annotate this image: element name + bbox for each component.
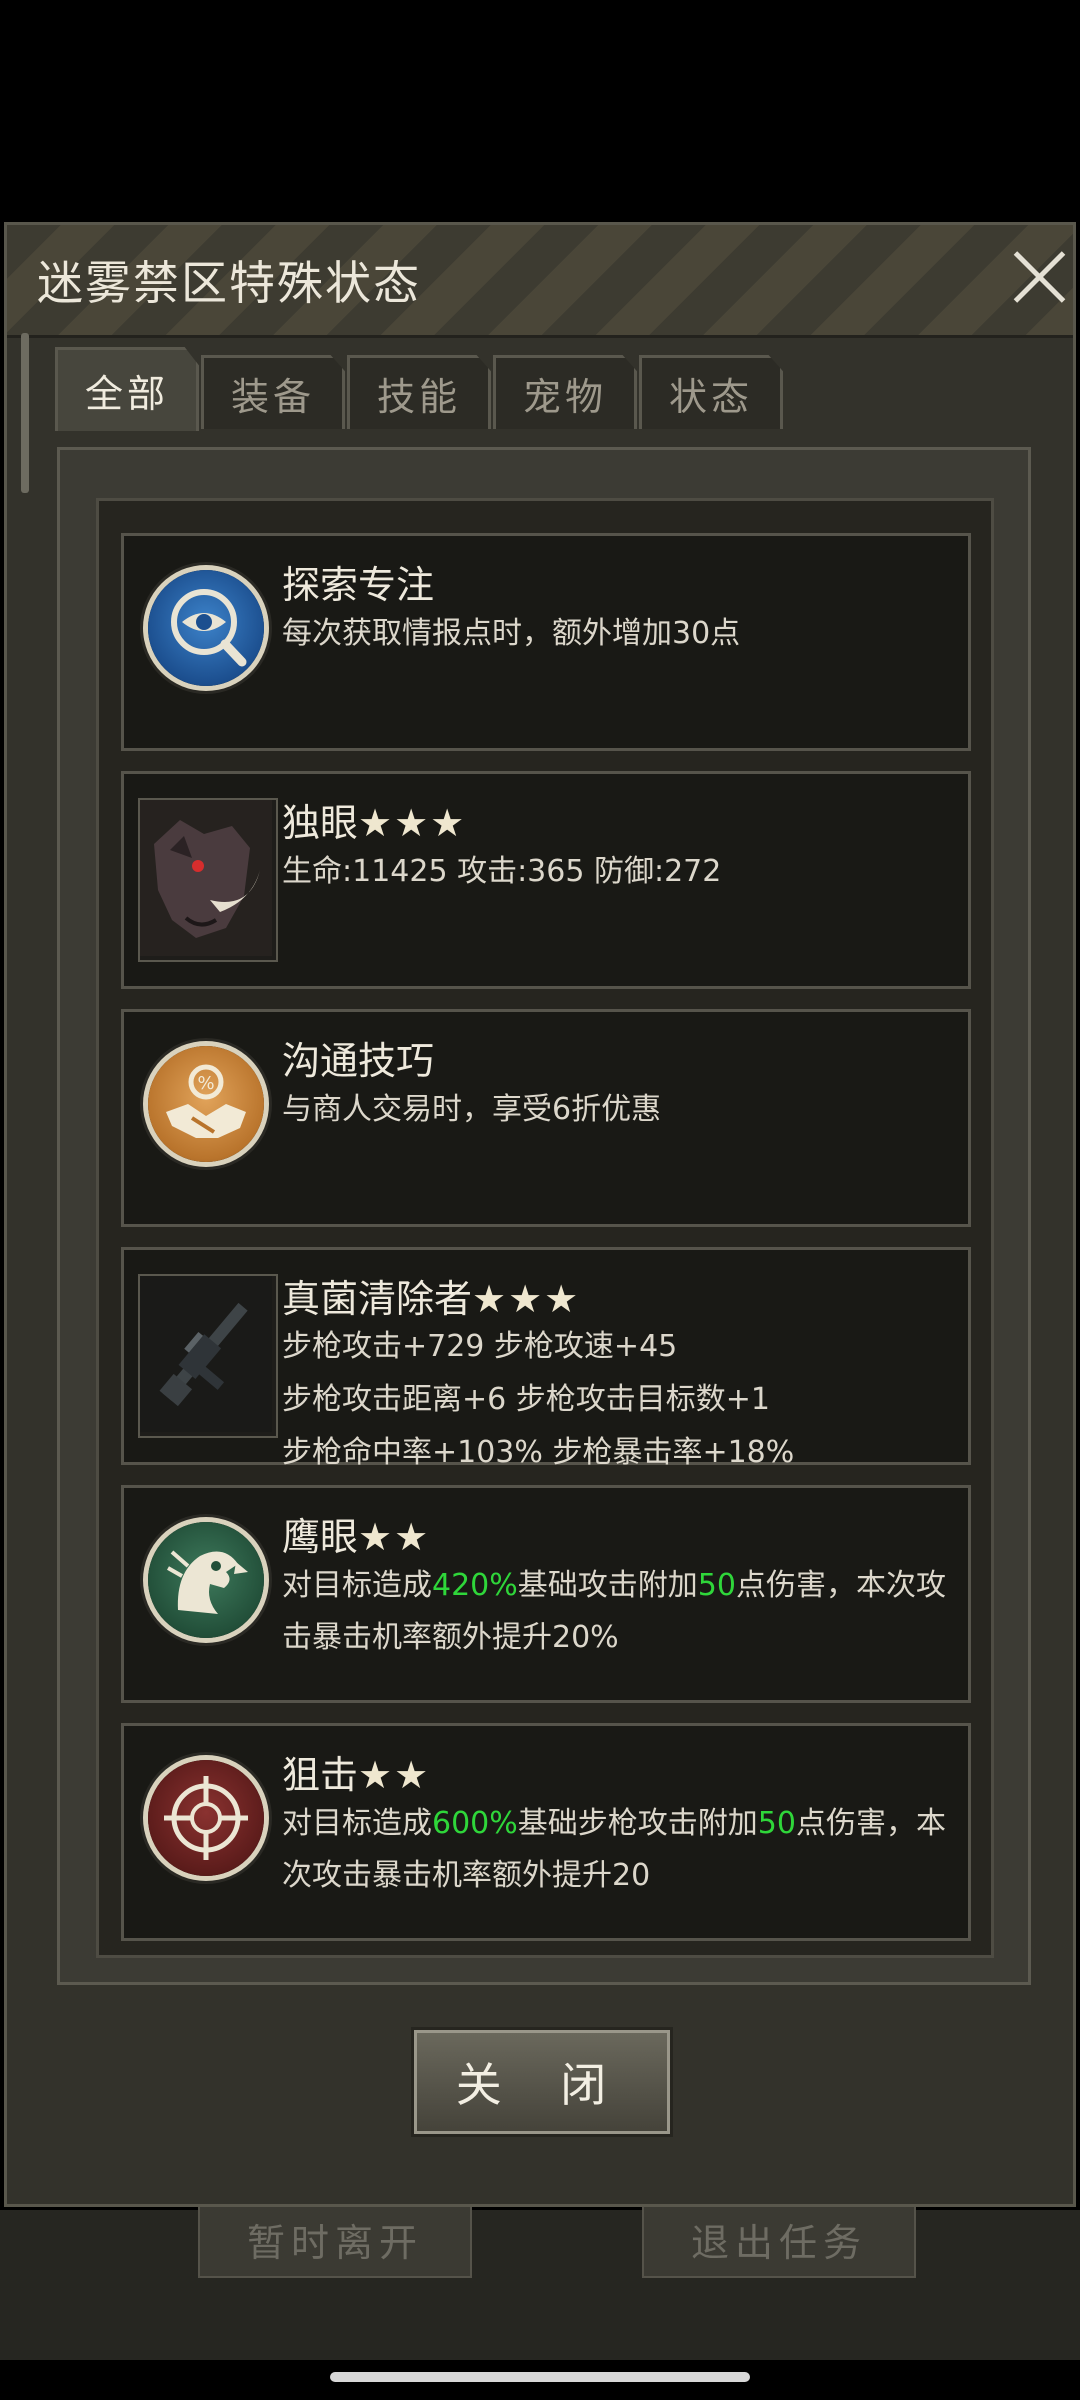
item-title: 狙击 — [282, 1753, 359, 1797]
item-desc: 对目标造成600%基础步枪攻击附加50点伤害，本次攻击暴击机率额外提升20 — [282, 1806, 946, 1893]
special-status-dialog: 迷雾禁区特殊状态 全部 装备 技能 宠物 状态 探索专注 每次获取情报点时，额外… — [4, 222, 1076, 2207]
background-bar — [0, 2210, 1080, 2360]
item-desc: 每次获取情报点时，额外增加30点 — [282, 616, 741, 651]
dialog-title: 迷雾禁区特殊状态 — [37, 256, 421, 310]
close-button[interactable]: 关 闭 — [414, 2030, 670, 2134]
item-desc: 生命:11425 攻击:365 防御:272 — [282, 854, 722, 889]
star-rating: ★★★ — [358, 801, 467, 845]
svg-text:%: % — [197, 1073, 214, 1094]
leave-temporarily-button: 暂时离开 — [198, 2200, 472, 2278]
boar-portrait — [138, 798, 278, 962]
close-icon[interactable] — [1009, 247, 1069, 307]
item-title: 探索专注 — [282, 563, 435, 607]
status-card-one-eye: 独眼★★★ 生命:11425 攻击:365 防御:272 — [121, 771, 971, 989]
tab-pets[interactable]: 宠物 — [493, 355, 637, 429]
gesture-navigation-bar[interactable] — [330, 2372, 750, 2382]
status-card-communication: % 沟通技巧 与商人交易时，享受6折优惠 — [121, 1009, 971, 1227]
status-panel: 探索专注 每次获取情报点时，额外增加30点 独眼★★★ 生命:11425 攻击:… — [57, 447, 1031, 1985]
status-card-snipe: 狙击★★ 对目标造成600%基础步枪攻击附加50点伤害，本次攻击暴击机率额外提升… — [121, 1723, 971, 1941]
status-card-fungus-cleaner: 真菌清除者★★★ 步枪攻击+729 步枪攻速+45 步枪攻击距离+6 步枪攻击目… — [121, 1247, 971, 1470]
item-desc-line: 步枪攻击+729 步枪攻速+45 — [282, 1329, 678, 1364]
eagle-icon — [148, 1522, 264, 1638]
item-title: 独眼 — [282, 801, 359, 845]
crosshair-icon — [148, 1760, 264, 1876]
item-title: 真菌清除者 — [282, 1277, 473, 1321]
dialog-header: 迷雾禁区特殊状态 — [7, 225, 1073, 338]
status-card-eagle-eye: 鹰眼★★ 对目标造成420%基础攻击附加50点伤害，本次攻击暴击机率额外提升20… — [121, 1485, 971, 1703]
rifle-icon — [138, 1274, 278, 1438]
eye-magnifier-icon — [148, 570, 264, 686]
item-desc-line: 步枪攻击距离+6 步枪攻击目标数+1 — [282, 1382, 770, 1417]
handshake-icon: % — [148, 1046, 264, 1162]
tab-all[interactable]: 全部 — [55, 347, 199, 431]
item-title: 鹰眼 — [282, 1515, 359, 1559]
tab-status[interactable]: 状态 — [639, 355, 783, 429]
item-title: 沟通技巧 — [282, 1039, 435, 1083]
exit-mission-button: 退出任务 — [642, 2200, 916, 2278]
item-desc: 与商人交易时，享受6折优惠 — [282, 1092, 662, 1127]
tab-equipment[interactable]: 装备 — [201, 355, 345, 429]
star-rating: ★★ — [358, 1515, 431, 1559]
scroll-indicator — [21, 333, 29, 493]
status-list[interactable]: 探索专注 每次获取情报点时，额外增加30点 独眼★★★ 生命:11425 攻击:… — [96, 498, 994, 1958]
star-rating: ★★ — [358, 1753, 431, 1797]
item-desc-line: 步枪命中率+103% 步枪暴击率+18% — [282, 1435, 795, 1470]
tab-skills[interactable]: 技能 — [347, 355, 491, 429]
status-card-explore-focus: 探索专注 每次获取情报点时，额外增加30点 — [121, 533, 971, 751]
star-rating: ★★★ — [472, 1277, 581, 1321]
item-desc: 对目标造成420%基础攻击附加50点伤害，本次攻击暴击机率额外提升20% — [282, 1568, 946, 1655]
